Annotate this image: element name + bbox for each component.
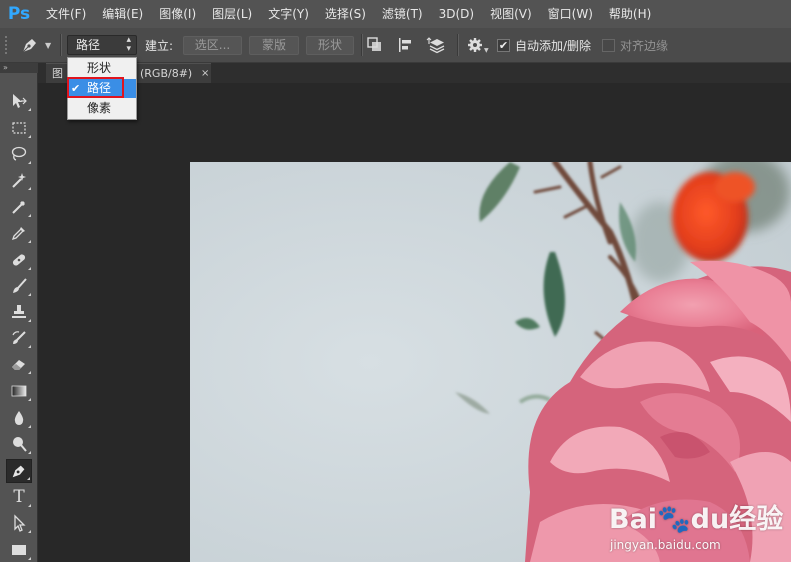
dodge-icon bbox=[13, 437, 27, 452]
make-selection-button[interactable]: 选区... bbox=[183, 36, 242, 55]
menu-3d[interactable]: 3D(D) bbox=[431, 0, 482, 28]
auto-add-delete-checkbox[interactable]: ✔ bbox=[497, 38, 510, 52]
path-selection-icon bbox=[14, 514, 26, 532]
align-edges-option[interactable]: 对齐边缘 bbox=[602, 28, 668, 62]
document-tab-title: 图 bbox=[52, 67, 63, 80]
align-edges-checkbox[interactable] bbox=[602, 38, 615, 52]
eyedropper-icon bbox=[11, 227, 25, 241]
clone-stamp-icon bbox=[12, 305, 26, 318]
photoshop-logo: Ps bbox=[7, 4, 31, 24]
pen-icon bbox=[22, 39, 36, 53]
magic-wand-tool[interactable] bbox=[6, 168, 32, 192]
menu-layer[interactable]: 图层(L) bbox=[204, 0, 260, 28]
watermark-brand: Bai🐾du经验 bbox=[609, 504, 784, 535]
healing-brush-icon bbox=[12, 254, 26, 266]
crop-tool[interactable] bbox=[6, 195, 32, 219]
document-tab-bar: 图 (RGB/8#) × bbox=[38, 63, 791, 83]
menu-filter[interactable]: 滤镜(T) bbox=[374, 0, 431, 28]
menu-image[interactable]: 图像(I) bbox=[151, 0, 204, 28]
path-options-button[interactable]: ▼ bbox=[467, 28, 491, 62]
auto-add-delete-label: 自动添加/删除 bbox=[515, 38, 592, 53]
chevron-down-icon: ▼ bbox=[45, 40, 52, 50]
gradient-tool[interactable] bbox=[6, 379, 32, 403]
pen-mode-dropdown: 形状 ✔ 路径 像素 bbox=[67, 57, 137, 120]
menu-window[interactable]: 窗口(W) bbox=[540, 0, 601, 28]
path-alignment-icon bbox=[399, 38, 411, 52]
tool-preset-picker[interactable]: ▼ bbox=[20, 28, 56, 62]
divider bbox=[361, 34, 363, 56]
type-tool[interactable]: T bbox=[6, 485, 32, 509]
blur-tool[interactable] bbox=[6, 406, 32, 430]
menu-file[interactable]: 文件(F) bbox=[38, 0, 94, 28]
gradient-icon bbox=[11, 385, 27, 397]
brush-tool[interactable] bbox=[6, 274, 32, 298]
magic-wand-icon bbox=[12, 173, 26, 188]
divider bbox=[60, 34, 62, 56]
select-arrows-icon: ▴ ▾ bbox=[126, 35, 131, 54]
dodge-tool[interactable] bbox=[6, 432, 32, 456]
menu-bar: Ps 文件(F) 编辑(E) 图像(I) 图层(L) 文字(Y) 选择(S) 滤… bbox=[0, 0, 791, 28]
eraser-icon bbox=[12, 360, 25, 370]
path-arrangement-icon bbox=[426, 37, 445, 54]
gear-icon bbox=[468, 38, 482, 52]
blur-icon bbox=[14, 411, 24, 425]
pen-tool[interactable] bbox=[6, 459, 32, 483]
align-edges-label: 对齐边缘 bbox=[620, 38, 669, 53]
dropdown-option-pixels[interactable]: 像素 bbox=[68, 99, 136, 118]
build-label: 建立: bbox=[145, 38, 174, 53]
path-operations-button[interactable] bbox=[366, 28, 386, 62]
menu-view[interactable]: 视图(V) bbox=[482, 0, 540, 28]
crop-icon bbox=[12, 201, 25, 214]
move-icon bbox=[13, 94, 27, 108]
toolbox-panel: » T bbox=[0, 63, 38, 562]
menu-help[interactable]: 帮助(H) bbox=[601, 0, 659, 28]
history-brush-tool[interactable] bbox=[6, 326, 32, 350]
lasso-icon bbox=[11, 146, 27, 161]
path-operations-icon bbox=[367, 37, 381, 51]
marquee-tool[interactable] bbox=[6, 116, 32, 140]
healing-brush-tool[interactable] bbox=[6, 248, 32, 272]
menu-edit[interactable]: 编辑(E) bbox=[94, 0, 151, 28]
checkmark-icon: ✔ bbox=[71, 82, 81, 95]
eraser-tool[interactable] bbox=[6, 352, 32, 376]
watermark-url: jingyan.baidu.com bbox=[610, 538, 721, 552]
divider bbox=[457, 34, 459, 56]
dropdown-option-shape[interactable]: 形状 bbox=[68, 59, 136, 78]
make-mask-button[interactable]: 蒙版 bbox=[249, 36, 299, 55]
rectangle-icon bbox=[12, 545, 26, 555]
auto-add-delete-option[interactable]: ✔ 自动添加/删除 bbox=[497, 28, 591, 62]
close-icon[interactable]: × bbox=[201, 64, 209, 83]
menu-select[interactable]: 选择(S) bbox=[317, 0, 374, 28]
pen-mode-select[interactable]: 路径 ▴ ▾ bbox=[67, 35, 137, 55]
path-arrangement-button[interactable] bbox=[426, 28, 448, 62]
document-tab-mode: (RGB/8#) bbox=[140, 67, 193, 80]
dropdown-option-path[interactable]: ✔ 路径 bbox=[68, 79, 136, 98]
marquee-icon bbox=[12, 122, 26, 134]
clone-stamp-tool[interactable] bbox=[6, 300, 32, 324]
brush-icon bbox=[13, 278, 27, 293]
move-tool[interactable] bbox=[6, 89, 32, 113]
eyedropper-tool[interactable] bbox=[6, 221, 32, 245]
lasso-tool[interactable] bbox=[6, 142, 32, 166]
chevron-down-icon: ▼ bbox=[484, 46, 489, 54]
options-bar-grip[interactable] bbox=[4, 28, 12, 62]
pen-icon bbox=[12, 465, 25, 478]
history-brush-icon bbox=[12, 331, 26, 344]
make-shape-button[interactable]: 形状 bbox=[306, 36, 354, 55]
menu-type[interactable]: 文字(Y) bbox=[260, 0, 317, 28]
path-selection-tool[interactable] bbox=[6, 511, 32, 535]
rectangle-tool[interactable] bbox=[6, 538, 32, 562]
path-alignment-button[interactable] bbox=[396, 28, 416, 62]
toolbox-collapse-button[interactable]: » bbox=[0, 63, 38, 73]
pen-mode-value: 路径 bbox=[76, 38, 101, 52]
type-icon: T bbox=[13, 487, 25, 507]
baidu-watermark: Bai🐾du经验 jingyan.baidu.com bbox=[609, 497, 791, 562]
